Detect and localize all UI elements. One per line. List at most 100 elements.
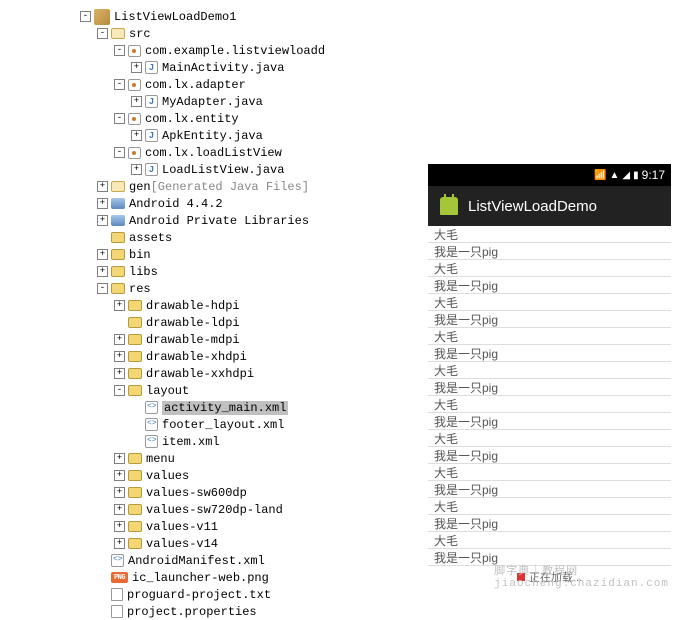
tree-label[interactable]: com.lx.adapter: [145, 78, 246, 92]
tree-node[interactable]: + Android 4.4.2: [0, 195, 420, 212]
list-item[interactable]: 我是一只pig: [428, 277, 671, 294]
tree-label[interactable]: layout: [146, 384, 189, 398]
tree-label[interactable]: gen: [129, 180, 151, 194]
tree-label[interactable]: values-v14: [146, 537, 218, 551]
tree-node[interactable]: - src: [0, 25, 420, 42]
expand-icon[interactable]: +: [114, 334, 125, 345]
tree-label[interactable]: res: [129, 282, 151, 296]
tree-node[interactable]: - ListViewLoadDemo1: [0, 8, 420, 25]
tree-label[interactable]: drawable-hdpi: [146, 299, 240, 313]
tree-node[interactable]: +bin: [0, 246, 420, 263]
list-item[interactable]: 我是一只pig: [428, 379, 671, 396]
tree-node[interactable]: + libs: [0, 263, 420, 280]
tree-node[interactable]: + drawable-mdpi: [0, 331, 420, 348]
tree-label[interactable]: footer_layout.xml: [162, 418, 284, 432]
expand-icon[interactable]: +: [131, 96, 142, 107]
tree-node[interactable]: activity_main.xml: [0, 399, 420, 416]
list-item[interactable]: 我是一只pig: [428, 447, 671, 464]
tree-node[interactable]: item.xml: [0, 433, 420, 450]
list-item[interactable]: 我是一只pig: [428, 515, 671, 532]
tree-node[interactable]: + drawable-xhdpi: [0, 348, 420, 365]
expand-icon[interactable]: +: [114, 351, 125, 362]
tree-node[interactable]: - res: [0, 280, 420, 297]
expand-icon[interactable]: +: [114, 368, 125, 379]
expand-icon[interactable]: +: [131, 130, 142, 141]
collapse-icon[interactable]: -: [97, 283, 108, 294]
tree-node[interactable]: project.properties: [0, 603, 420, 620]
list-item[interactable]: 我是一只pig: [428, 481, 671, 498]
tree-label[interactable]: drawable-mdpi: [146, 333, 240, 347]
tree-label[interactable]: activity_main.xml: [162, 401, 288, 415]
collapse-icon[interactable]: -: [114, 79, 125, 90]
list-item[interactable]: 大毛: [428, 498, 671, 515]
tree-node[interactable]: +JMainActivity.java: [0, 59, 420, 76]
tree-node[interactable]: proguard-project.txt: [0, 586, 420, 603]
expand-icon[interactable]: +: [97, 181, 108, 192]
tree-label[interactable]: ApkEntity.java: [162, 129, 263, 143]
list-item[interactable]: 我是一只pig: [428, 311, 671, 328]
list-item[interactable]: 大毛: [428, 362, 671, 379]
tree-node[interactable]: +gen [Generated Java Files]: [0, 178, 420, 195]
expand-icon[interactable]: +: [114, 521, 125, 532]
tree-node[interactable]: +values: [0, 467, 420, 484]
tree-label[interactable]: item.xml: [162, 435, 220, 449]
tree-node[interactable]: +JApkEntity.java: [0, 127, 420, 144]
list-item[interactable]: 我是一只pig: [428, 243, 671, 260]
collapse-icon[interactable]: -: [114, 385, 125, 396]
tree-label[interactable]: values-v11: [146, 520, 218, 534]
tree-label[interactable]: com.lx.entity: [145, 112, 239, 126]
tree-label[interactable]: values-sw720dp-land: [146, 503, 283, 517]
tree-label[interactable]: LoadListView.java: [162, 163, 284, 177]
expand-icon[interactable]: +: [97, 198, 108, 209]
list-item[interactable]: 大毛: [428, 396, 671, 413]
expand-icon[interactable]: +: [97, 215, 108, 226]
collapse-icon[interactable]: -: [97, 28, 108, 39]
tree-node[interactable]: - com.example.listviewloadd: [0, 42, 420, 59]
tree-node[interactable]: AndroidManifest.xml: [0, 552, 420, 569]
tree-label[interactable]: project.properties: [127, 605, 257, 619]
tree-label[interactable]: ListViewLoadDemo1: [114, 10, 236, 24]
tree-label[interactable]: ic_launcher-web.png: [132, 571, 269, 585]
tree-label[interactable]: values-sw600dp: [146, 486, 247, 500]
tree-node[interactable]: +JMyAdapter.java: [0, 93, 420, 110]
expand-icon[interactable]: +: [114, 487, 125, 498]
expand-icon[interactable]: +: [114, 453, 125, 464]
project-tree[interactable]: -ListViewLoadDemo1-src-com.example.listv…: [0, 8, 420, 620]
list-item[interactable]: 大毛: [428, 226, 671, 243]
expand-icon[interactable]: +: [114, 470, 125, 481]
list-item[interactable]: 我是一只pig: [428, 413, 671, 430]
tree-node[interactable]: +drawable-xxhdpi: [0, 365, 420, 382]
tree-label[interactable]: src: [129, 27, 151, 41]
tree-label[interactable]: assets: [129, 231, 172, 245]
tree-node[interactable]: drawable-ldpi: [0, 314, 420, 331]
tree-node[interactable]: PNGic_launcher-web.png: [0, 569, 420, 586]
collapse-icon[interactable]: -: [114, 45, 125, 56]
list-item[interactable]: 我是一只pig: [428, 345, 671, 362]
tree-node[interactable]: assets: [0, 229, 420, 246]
tree-node[interactable]: + values-v11: [0, 518, 420, 535]
tree-node[interactable]: -com.lx.entity: [0, 110, 420, 127]
tree-label[interactable]: com.lx.loadListView: [145, 146, 282, 160]
tree-node[interactable]: +drawable-hdpi: [0, 297, 420, 314]
tree-label[interactable]: MyAdapter.java: [162, 95, 263, 109]
tree-label[interactable]: Android 4.4.2: [129, 197, 223, 211]
list-item[interactable]: 大毛: [428, 260, 671, 277]
list-item[interactable]: 大毛: [428, 464, 671, 481]
tree-label[interactable]: drawable-xhdpi: [146, 350, 247, 364]
tree-node[interactable]: +Android Private Libraries: [0, 212, 420, 229]
expand-icon[interactable]: +: [114, 538, 125, 549]
list-item[interactable]: 大毛: [428, 294, 671, 311]
tree-label[interactable]: AndroidManifest.xml: [128, 554, 265, 568]
expand-icon[interactable]: +: [131, 164, 142, 175]
tree-label[interactable]: com.example.listviewloadd: [145, 44, 325, 58]
expand-icon[interactable]: +: [97, 266, 108, 277]
collapse-icon[interactable]: -: [114, 147, 125, 158]
tree-label[interactable]: libs: [129, 265, 158, 279]
tree-node[interactable]: - layout: [0, 382, 420, 399]
tree-node[interactable]: + values-v14: [0, 535, 420, 552]
list-view[interactable]: 大毛我是一只pig大毛我是一只pig大毛我是一只pig大毛我是一只pig大毛我是…: [428, 226, 671, 566]
expand-icon[interactable]: +: [131, 62, 142, 73]
tree-node[interactable]: +menu: [0, 450, 420, 467]
tree-label[interactable]: drawable-ldpi: [146, 316, 240, 330]
collapse-icon[interactable]: -: [80, 11, 91, 22]
